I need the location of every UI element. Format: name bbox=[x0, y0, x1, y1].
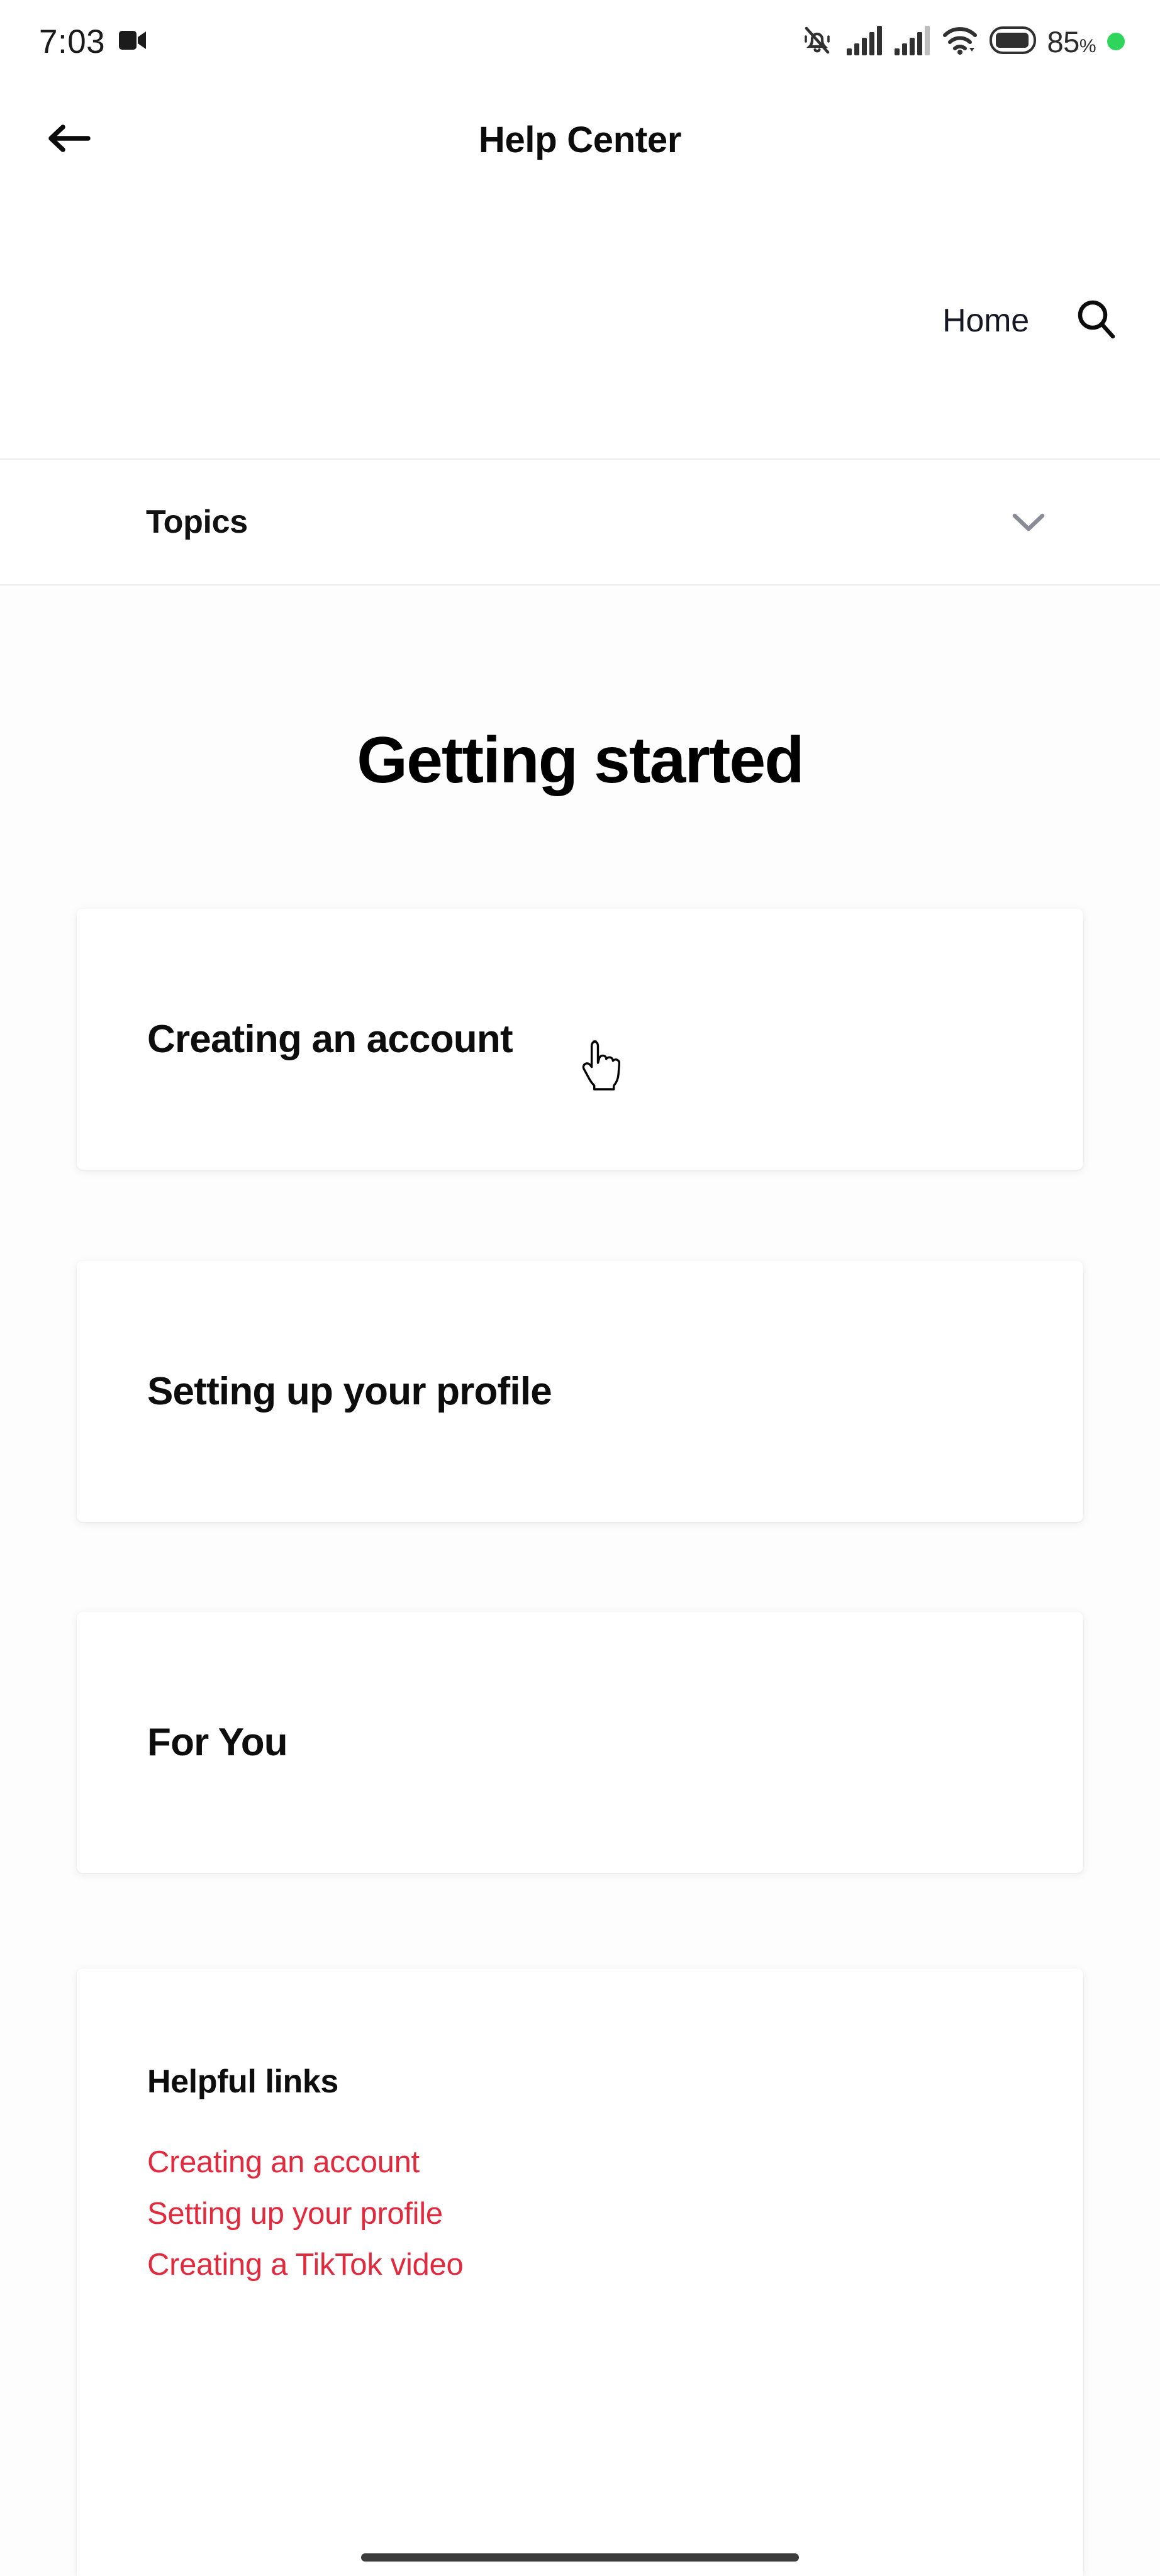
home-indicator-bar[interactable] bbox=[361, 2553, 799, 2562]
status-bar-right: 85% bbox=[800, 23, 1125, 61]
search-button[interactable] bbox=[1071, 296, 1121, 346]
helpful-link-creating-a-tiktok-video[interactable]: Creating a TikTok video bbox=[147, 2243, 1013, 2287]
topics-accordion-row[interactable]: Topics bbox=[0, 460, 1160, 584]
chevron-down-icon[interactable] bbox=[1009, 502, 1048, 541]
mute-bell-icon bbox=[800, 23, 835, 61]
topic-card-for-you[interactable]: For You bbox=[77, 1612, 1083, 1873]
list-item: Creating a TikTok video bbox=[147, 2243, 1013, 2287]
topic-card-creating-an-account[interactable]: Creating an account bbox=[77, 909, 1083, 1170]
section-heading: Getting started bbox=[357, 724, 805, 797]
battery-icon bbox=[989, 26, 1036, 57]
helpful-links-list: Creating an account Setting up your prof… bbox=[147, 2141, 1013, 2287]
back-button[interactable] bbox=[39, 109, 99, 170]
topic-card-title: Setting up your profile bbox=[147, 1370, 552, 1413]
list-item: Setting up your profile bbox=[147, 2192, 1013, 2236]
signal-bars-1-icon bbox=[846, 25, 883, 59]
help-center-content: Getting started Creating an account Sett… bbox=[0, 586, 1160, 2576]
battery-percent: 85% bbox=[1047, 25, 1096, 58]
video-camera-icon bbox=[119, 30, 147, 54]
phone-screen: 7:03 85% Help Center Home Topics Getting… bbox=[0, 0, 1160, 2576]
home-link[interactable]: Home bbox=[942, 302, 1029, 340]
arrow-left-icon bbox=[47, 121, 92, 159]
status-bar: 7:03 85% bbox=[0, 0, 1160, 83]
topics-label: Topics bbox=[146, 504, 248, 540]
topic-card-title: For You bbox=[147, 1721, 288, 1764]
helpful-link-setting-up-your-profile[interactable]: Setting up your profile bbox=[147, 2192, 1013, 2236]
recording-indicator-dot bbox=[1107, 33, 1125, 50]
helpful-link-creating-an-account[interactable]: Creating an account bbox=[147, 2141, 1013, 2185]
help-center-nav-row: Home bbox=[0, 270, 1160, 371]
helpful-links-heading: Helpful links bbox=[147, 2063, 338, 2100]
topic-card-title: Creating an account bbox=[147, 1018, 513, 1061]
wifi-icon bbox=[942, 24, 978, 60]
status-bar-left: 7:03 bbox=[39, 25, 147, 58]
page-title: Help Center bbox=[478, 119, 682, 160]
topic-card-setting-up-your-profile[interactable]: Setting up your profile bbox=[77, 1261, 1083, 1522]
search-icon bbox=[1074, 297, 1118, 345]
helpful-links-card: Helpful links Creating an account Settin… bbox=[77, 1968, 1083, 2576]
status-time: 7:03 bbox=[39, 23, 106, 60]
app-bar: Help Center bbox=[0, 83, 1160, 196]
list-item: Creating an account bbox=[147, 2141, 1013, 2185]
signal-bars-2-icon bbox=[894, 25, 930, 59]
